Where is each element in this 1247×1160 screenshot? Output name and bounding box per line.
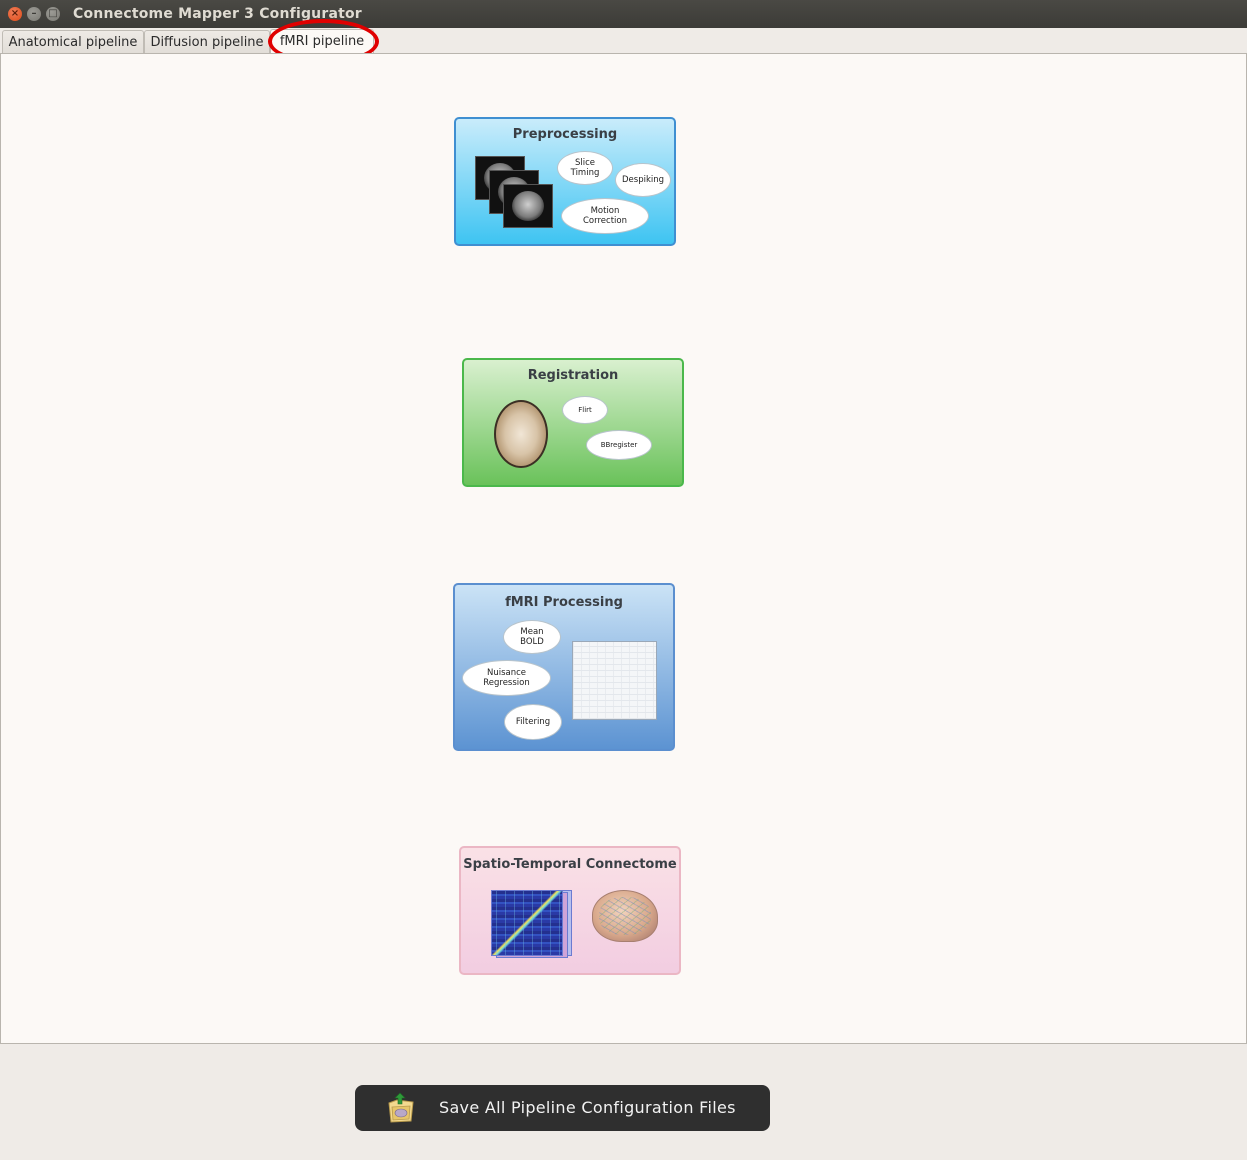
step-nuisance-regression: Nuisance Regression (462, 660, 551, 696)
connectome-title: Spatio-Temporal Connectome (463, 857, 677, 872)
window-title: Connectome Mapper 3 Configurator (73, 6, 362, 22)
window-titlebar: × – □ Connectome Mapper 3 Configurator (0, 0, 1247, 28)
preprocessing-stage-button[interactable]: Preprocessing Slice Timing Despiking Mot… (454, 117, 676, 246)
tab-anatomical-pipeline[interactable]: Anatomical pipeline (2, 30, 144, 53)
fmri-processing-title: fMRI Processing (505, 595, 623, 610)
mri-slice-image (503, 184, 553, 228)
fmri-processing-stage-button[interactable]: fMRI Processing Mean BOLD Nuisance Regre… (453, 583, 675, 751)
tab-diffusion-pipeline[interactable]: Diffusion pipeline (144, 30, 270, 53)
step-despiking: Despiking (615, 163, 671, 197)
close-icon[interactable]: × (8, 7, 22, 21)
preprocessing-title: Preprocessing (512, 127, 618, 142)
connectome-stage-button[interactable]: Spatio-Temporal Connectome (459, 846, 681, 975)
minimize-icon[interactable]: – (27, 7, 41, 21)
registration-title: Registration (527, 368, 619, 383)
save-all-configs-button[interactable]: Save All Pipeline Configuration Files (355, 1085, 770, 1131)
step-filtering: Filtering (504, 704, 562, 740)
connectivity-matrix-image (491, 890, 563, 956)
brain-network-image (592, 890, 658, 942)
save-all-configs-label: Save All Pipeline Configuration Files (439, 1098, 736, 1117)
tab-bar: Anatomical pipeline Diffusion pipeline f… (0, 28, 1247, 54)
step-flirt: Flirt (562, 396, 608, 424)
maximize-icon[interactable]: □ (46, 7, 60, 21)
step-slice-timing: Slice Timing (557, 151, 613, 185)
step-mean-bold: Mean BOLD (503, 620, 561, 654)
save-config-icon (388, 1092, 414, 1123)
brain-slice-image (494, 400, 548, 468)
registration-stage-button[interactable]: Registration Flirt BBregister (462, 358, 684, 487)
tab-fmri-pipeline[interactable]: fMRI pipeline (270, 29, 374, 54)
step-bbregister: BBregister (586, 430, 652, 460)
timeseries-plot-image (572, 641, 657, 720)
step-motion-correction: Motion Correction (561, 198, 649, 234)
